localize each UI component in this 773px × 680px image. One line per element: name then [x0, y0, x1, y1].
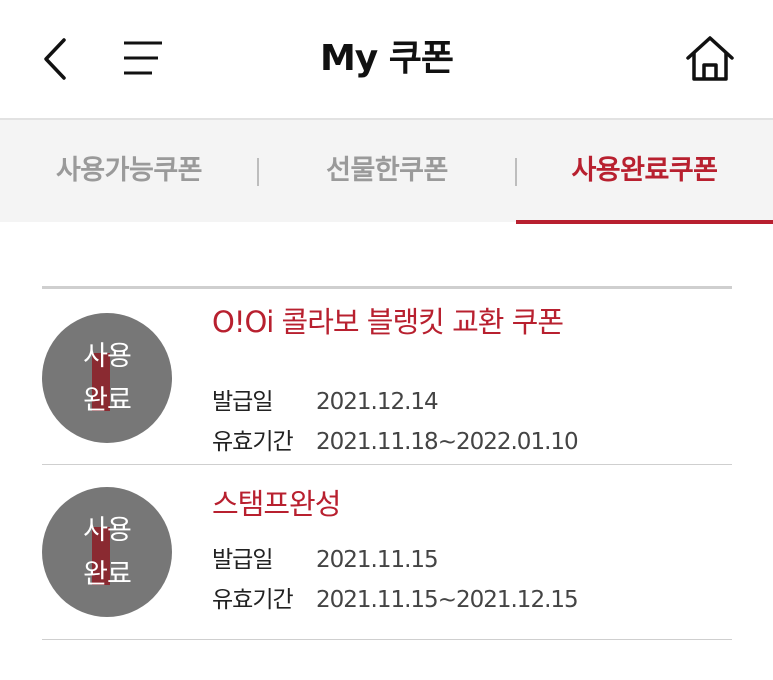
valid-period-row: 유효기간 2021.11.15~2021.12.15 [212, 583, 579, 617]
home-icon [686, 36, 734, 81]
coupon-title: 스탬프완성 [212, 487, 341, 521]
used-stamp: 사용 완료 [42, 313, 172, 443]
coupon-item[interactable]: 사용 완료 스탬프완성 발급일 2021.11.15 유효기간 2021.11.15… [42, 465, 732, 640]
tab-available-coupons[interactable]: 사용가능쿠폰 [0, 120, 258, 222]
coupon-item[interactable]: 사용 완료 O!Oi 콜라보 블랭킷 교환 쿠폰 발급일 2021.12.14 유… [42, 289, 732, 465]
valid-period-value: 2021.11.15~2021.12.15 [316, 587, 579, 613]
used-stamp-label: 사용 완료 [42, 509, 172, 597]
page-title: My 쿠폰 [319, 38, 454, 79]
used-stamp-label: 사용 완료 [42, 335, 172, 423]
app-header: My 쿠폰 [0, 0, 773, 118]
issue-date-row: 발급일 2021.12.14 [212, 385, 439, 419]
home-button[interactable] [684, 34, 736, 84]
tab-used-coupons[interactable]: 사용완료쿠폰 [516, 120, 773, 224]
used-stamp-text: 사용 완료 [83, 341, 132, 416]
issue-date-value: 2021.11.15 [316, 547, 439, 573]
coupon-list: 사용 완료 O!Oi 콜라보 블랭킷 교환 쿠폰 발급일 2021.12.14 유… [42, 286, 732, 640]
coupon-title: O!Oi 콜라보 블랭킷 교환 쿠폰 [212, 305, 564, 339]
issue-date-label: 발급일 [212, 389, 273, 415]
coupon-tabs: 사용가능쿠폰 선물한쿠폰 사용완료쿠폰 [0, 118, 773, 224]
used-stamp-text: 사용 완료 [83, 515, 132, 590]
valid-period-row: 유효기간 2021.11.18~2022.01.10 [212, 425, 579, 459]
valid-period-label: 유효기간 [212, 429, 294, 455]
issue-date-row: 발급일 2021.11.15 [212, 543, 439, 577]
tab-gifted-coupons[interactable]: 선물한쿠폰 [258, 120, 516, 222]
valid-period-label: 유효기간 [212, 587, 294, 613]
issue-date-value: 2021.12.14 [316, 389, 439, 415]
used-stamp: 사용 완료 [42, 487, 172, 617]
valid-period-value: 2021.11.18~2022.01.10 [316, 429, 579, 455]
issue-date-label: 발급일 [212, 547, 273, 573]
